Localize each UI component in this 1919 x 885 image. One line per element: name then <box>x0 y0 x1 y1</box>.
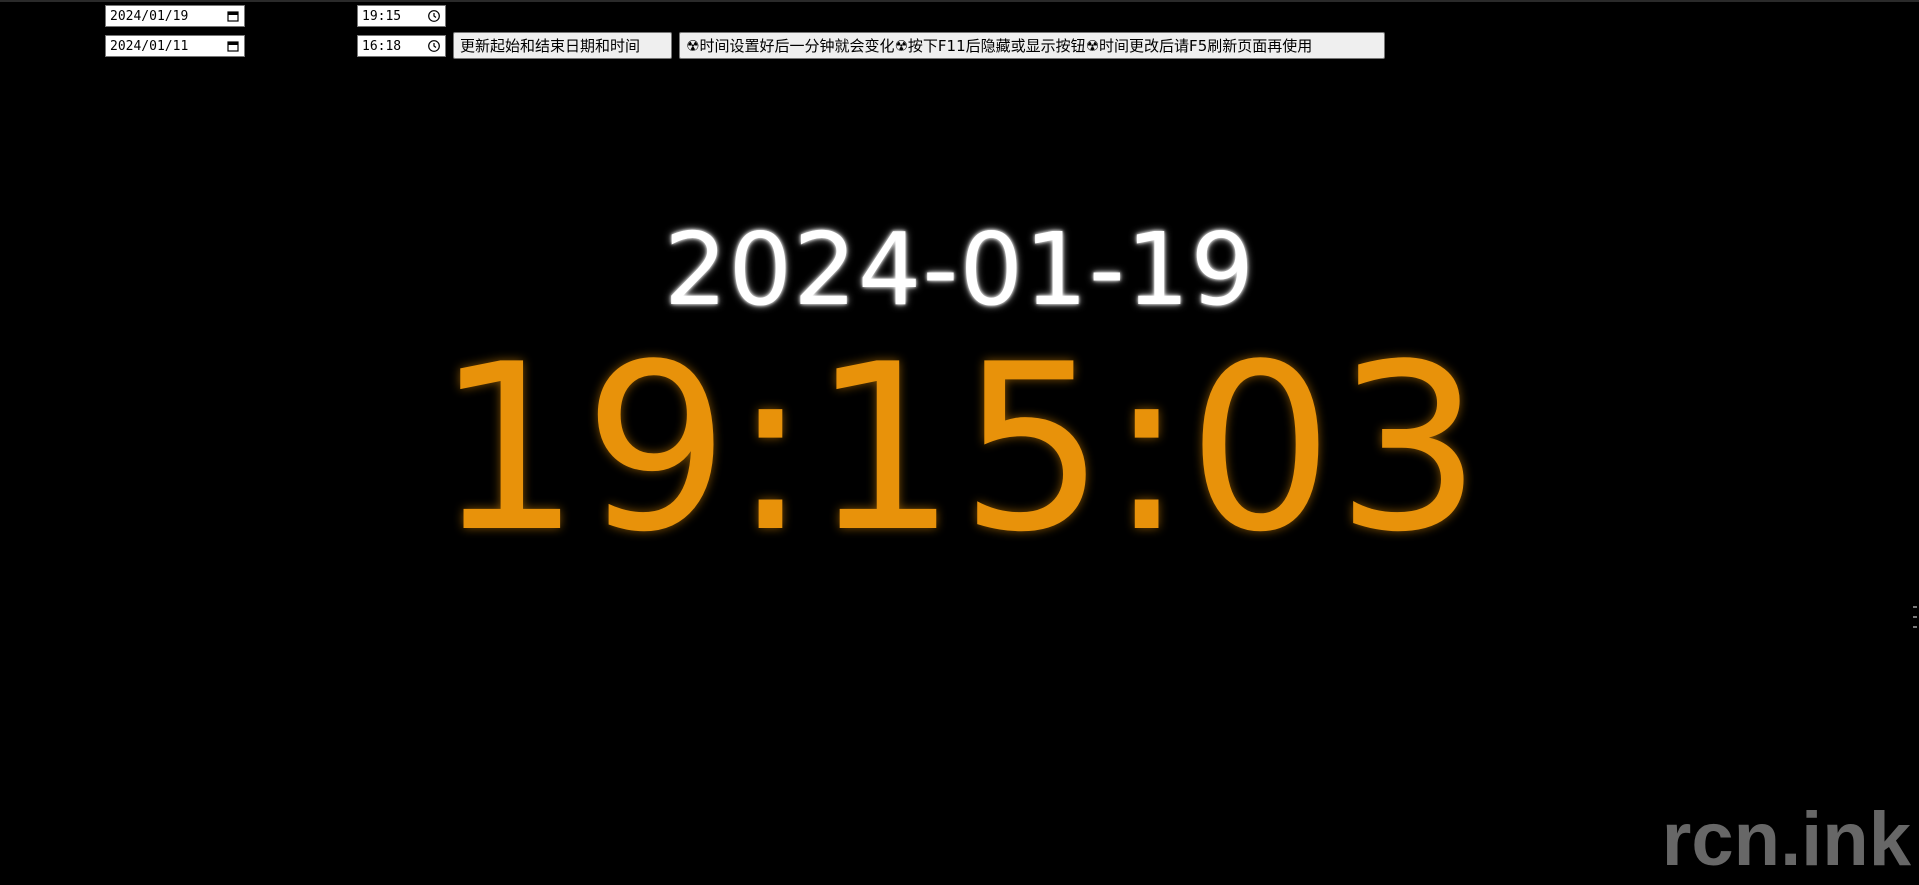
start-time-value: 19:15 <box>362 8 402 24</box>
end-time-input[interactable]: 16:18 <box>357 35 446 57</box>
top-border <box>0 0 1919 2</box>
current-time-display: 19:15:03 <box>435 316 1484 583</box>
start-date-input[interactable]: 2024/01/19 <box>105 5 245 27</box>
end-date-input[interactable]: 2024/01/11 <box>105 35 245 57</box>
clock-icon[interactable] <box>427 9 441 23</box>
start-time-input[interactable]: 19:15 <box>357 5 446 27</box>
clock-icon[interactable] <box>427 39 441 53</box>
end-time-value: 16:18 <box>362 38 402 54</box>
hint-button[interactable]: ☢时间设置好后一分钟就会变化☢按下F11后隐藏或显示按钮☢时间更改后请F5刷新页… <box>679 32 1385 59</box>
current-date-display: 2024-01-19 <box>663 211 1256 328</box>
start-date-value: 2024/01/19 <box>110 8 189 24</box>
edge-scroll-marker <box>1913 606 1917 646</box>
watermark-logo: rcn.ink <box>1661 797 1911 882</box>
end-date-value: 2024/01/11 <box>110 38 189 54</box>
update-datetime-button[interactable]: 更新起始和结束日期和时间 <box>453 32 672 59</box>
calendar-icon[interactable] <box>226 39 240 53</box>
calendar-icon[interactable] <box>226 9 240 23</box>
